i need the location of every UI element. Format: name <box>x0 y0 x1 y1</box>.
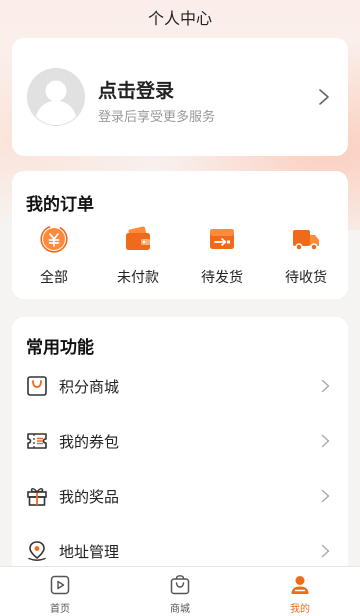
page-title-text: 个人中心 <box>147 9 212 28</box>
order-item-label: 全部 <box>40 270 68 286</box>
order-item-label: 待发货 <box>201 270 243 286</box>
order-item-to-receive[interactable]: 待收货 <box>267 225 345 291</box>
gift-icon <box>27 487 47 506</box>
home-play-icon <box>50 575 70 595</box>
functions-card: 常用功能 积分商城 我的券包 我的奖品 地址管理 <box>12 317 348 577</box>
function-coupons[interactable]: 我的券包 <box>12 414 348 468</box>
order-item-label: 未付款 <box>117 270 159 286</box>
orders-card: 我的订单 全部 未付款 待发货 待收货 <box>12 171 348 299</box>
shipping-box-icon <box>210 229 234 249</box>
orders-title: 我的订单 <box>26 195 94 215</box>
location-pin-icon <box>28 541 46 561</box>
tab-mall[interactable]: 商城 <box>140 567 220 616</box>
tab-label: 我的 <box>290 604 310 615</box>
chevron-right-icon <box>321 379 330 393</box>
login-card[interactable]: 点击登录 登录后享受更多服务 <box>12 38 348 156</box>
chevron-right-icon <box>321 434 330 448</box>
login-subtitle: 登录后享受更多服务 <box>98 110 216 125</box>
tab-label: 首页 <box>50 604 70 615</box>
function-points-mall[interactable]: 积分商城 <box>12 359 348 413</box>
function-label: 我的券包 <box>59 432 120 451</box>
page-title: 个人中心 <box>0 0 360 34</box>
shopping-bag-icon <box>170 575 190 595</box>
function-label: 积分商城 <box>59 377 120 396</box>
bottom-tab-bar: 首页 商城 我的 <box>0 566 360 616</box>
coupon-icon <box>27 433 47 449</box>
tab-label: 商城 <box>170 604 190 615</box>
chevron-right-icon[interactable] <box>318 88 330 106</box>
login-title[interactable]: 点击登录 <box>98 76 174 103</box>
tab-home[interactable]: 首页 <box>20 567 100 616</box>
chevron-right-icon <box>321 544 330 558</box>
delivery-truck-icon <box>293 230 319 251</box>
function-label: 地址管理 <box>59 542 120 561</box>
order-item-to-ship[interactable]: 待发货 <box>183 225 261 291</box>
function-prizes[interactable]: 我的奖品 <box>12 469 348 523</box>
avatar <box>27 68 85 126</box>
order-status-list: 全部 未付款 待发货 待收货 <box>12 225 348 291</box>
order-item-label: 待收货 <box>285 270 327 286</box>
chevron-right-icon <box>321 489 330 503</box>
function-label: 我的奖品 <box>59 487 120 506</box>
functions-title: 常用功能 <box>26 338 94 358</box>
shopping-bag-icon <box>27 376 47 396</box>
all-orders-icon <box>40 225 68 253</box>
order-item-all[interactable]: 全部 <box>15 225 93 291</box>
user-icon <box>291 576 309 594</box>
wallet-icon <box>126 226 150 250</box>
default-avatar-icon <box>27 68 85 126</box>
order-item-unpaid[interactable]: 未付款 <box>99 225 177 291</box>
tab-mine[interactable]: 我的 <box>260 567 340 616</box>
